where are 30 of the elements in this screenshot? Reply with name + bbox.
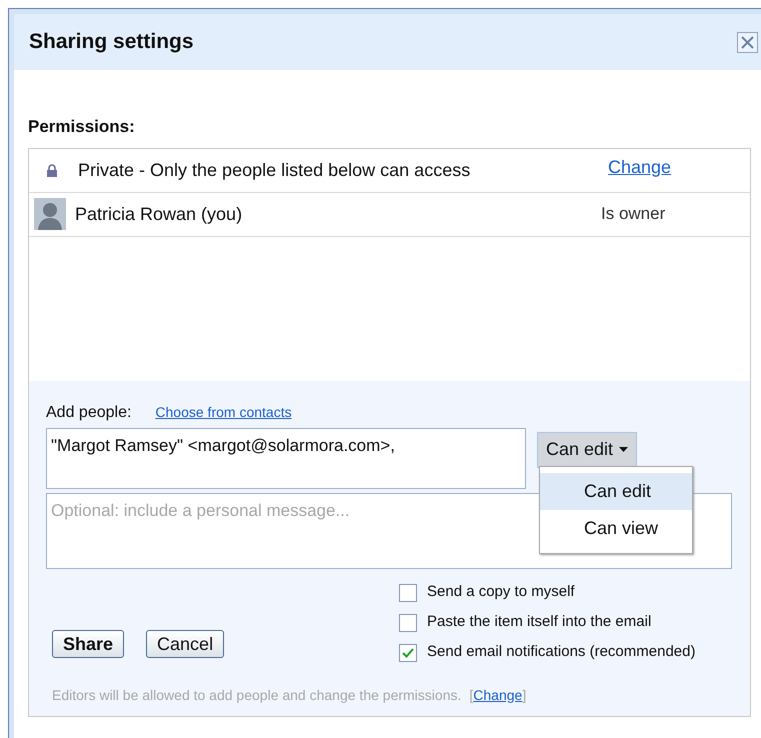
option-label: Send a copy to myself	[427, 582, 575, 602]
menu-item[interactable]: Can view	[540, 510, 692, 546]
caret-icon	[619, 447, 628, 452]
add-people-label: Add people:	[46, 402, 132, 422]
person-name: Patricia Rowan (you)	[75, 202, 242, 226]
option-label: Send email notifications (recommended)	[427, 642, 696, 662]
lock-icon	[46, 164, 58, 176]
option-label: Paste the item itself into the email	[427, 612, 652, 632]
checkbox[interactable]	[399, 644, 417, 662]
permissions-label: Permissions:	[28, 116, 136, 138]
dialog-title: Sharing settings	[29, 29, 194, 56]
menu-item[interactable]: Can edit	[540, 472, 692, 510]
access-dropdown[interactable]: Can edit	[537, 432, 638, 468]
change-link[interactable]: Change	[608, 154, 672, 180]
choose-contacts-link[interactable]: Choose from contacts	[155, 402, 292, 422]
footer-text: Editors will be allowed to add people and change the permissions.	[52, 686, 462, 705]
cancel-button[interactable]: Cancel	[146, 630, 224, 658]
share-button[interactable]: Share	[52, 630, 124, 658]
checkbox[interactable]	[399, 584, 417, 602]
bracket-text: [	[469, 686, 474, 705]
checkbox[interactable]	[399, 614, 417, 632]
avatar-icon	[34, 198, 66, 230]
role-text: Is owner	[601, 203, 666, 226]
recipients-field[interactable]: "Margot Ramsey" <margot@solarmora.com>,	[46, 428, 526, 488]
close-icon	[741, 36, 754, 48]
check-icon	[402, 648, 414, 658]
change-link[interactable]: Change	[473, 684, 522, 706]
bracket-text: ]	[522, 686, 526, 705]
visibility-text: Private - Only the people listed below can access	[78, 158, 470, 182]
close-button[interactable]	[737, 32, 758, 52]
